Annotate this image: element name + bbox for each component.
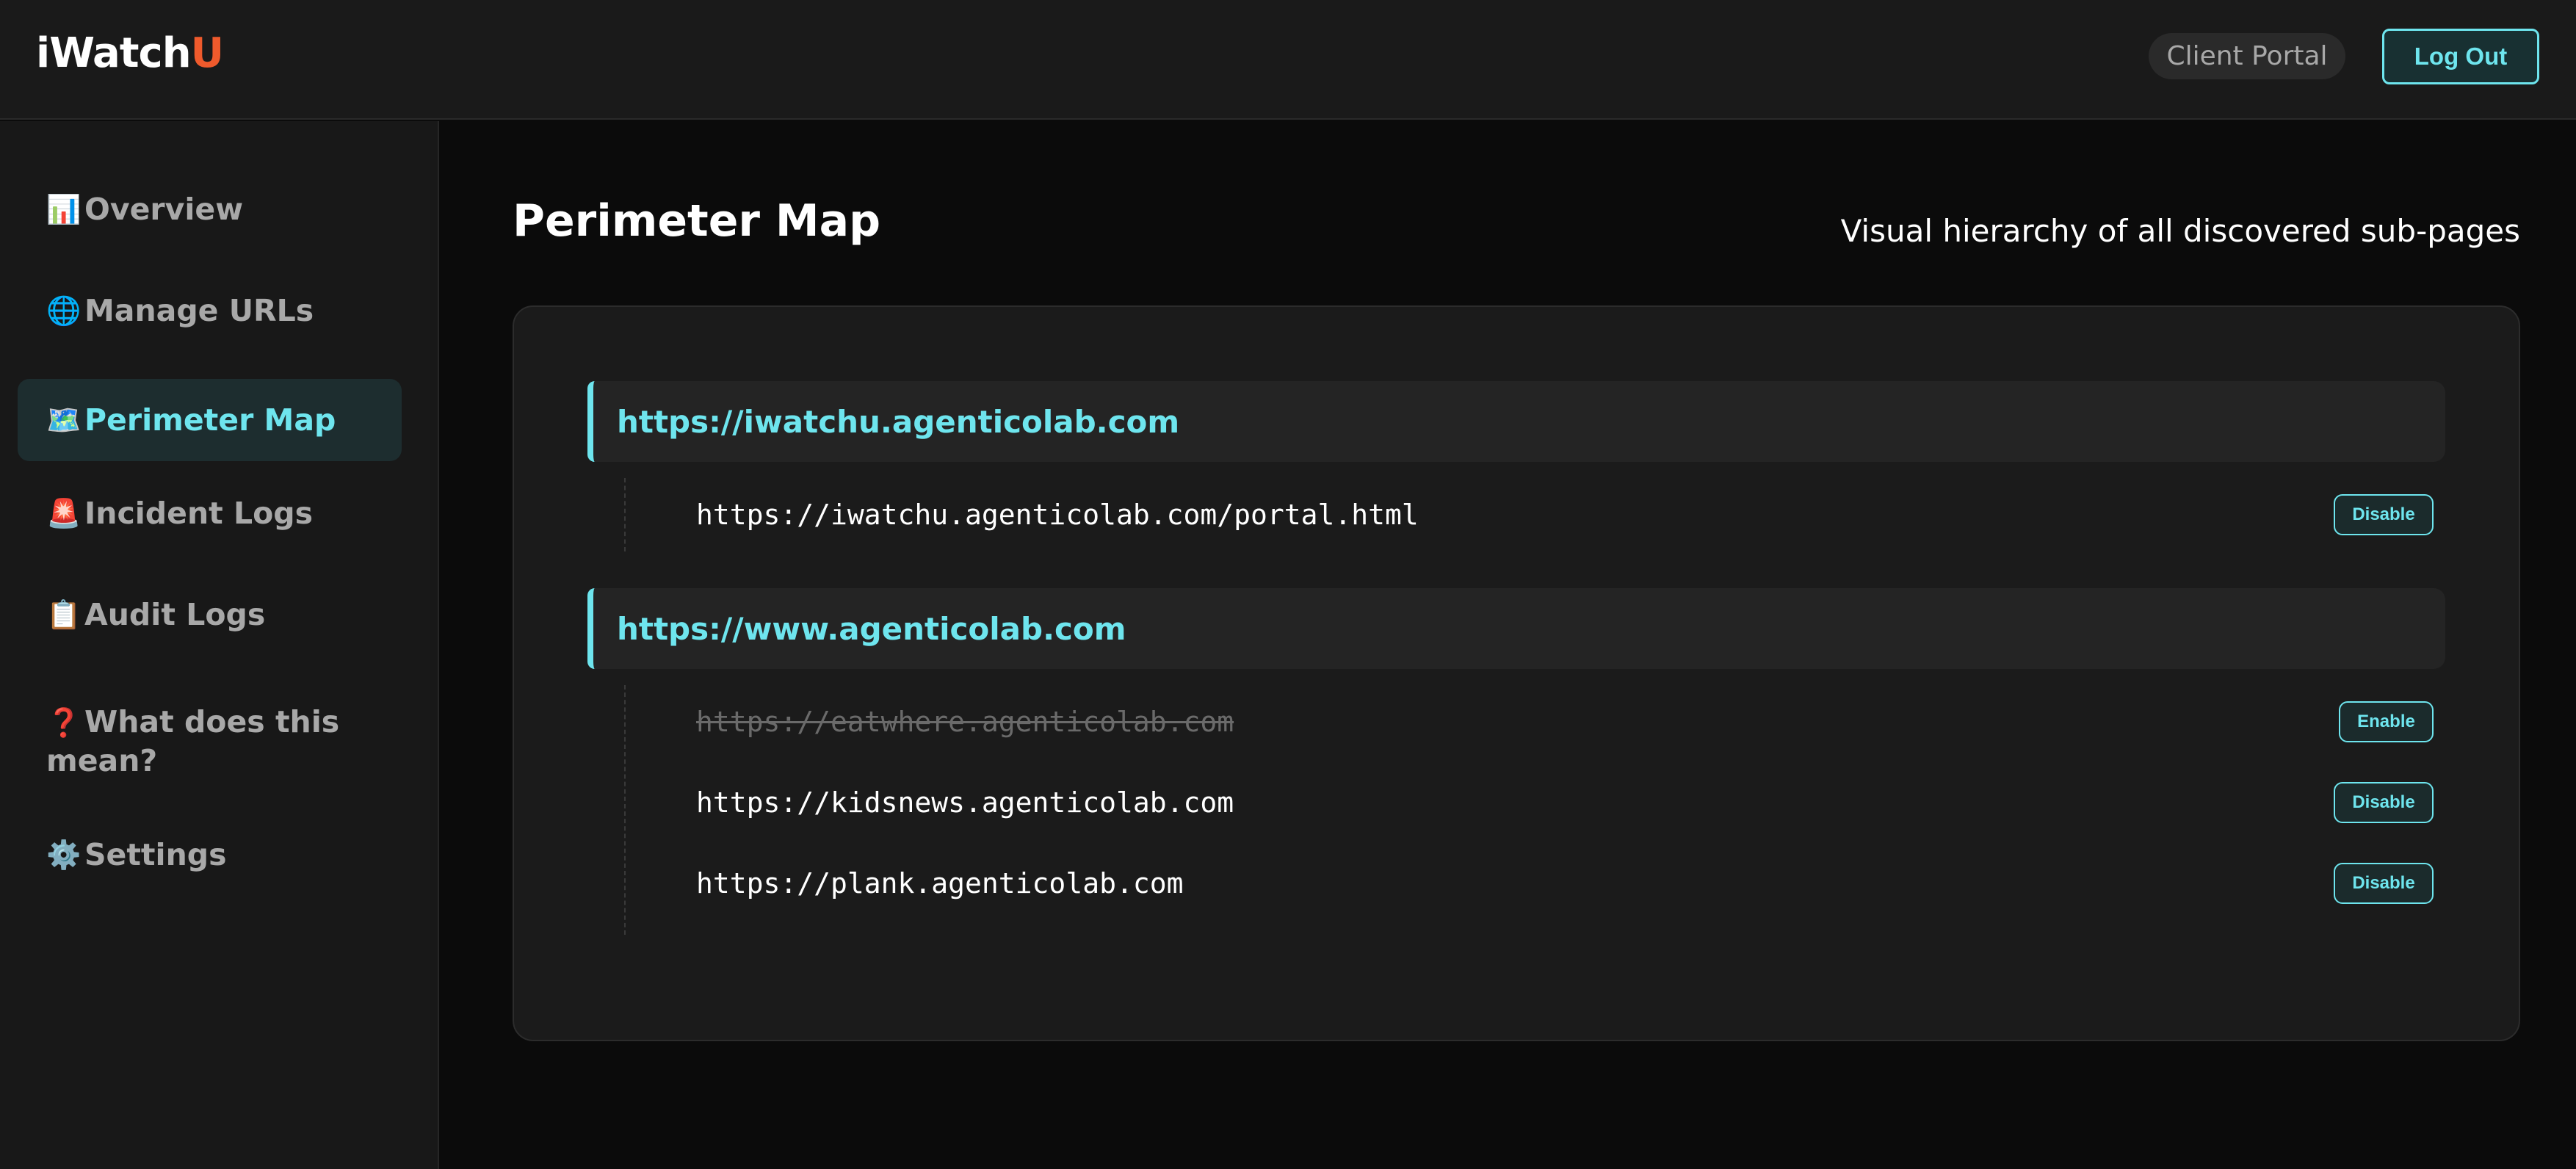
bar-chart-icon: 📊 (46, 192, 82, 225)
gear-icon: ⚙️ (46, 838, 82, 871)
domain-url: https://iwatchu.agenticolab.com (617, 403, 1180, 440)
sidebar-item-label: Manage URLs (84, 293, 314, 328)
child-url: https://kidsnews.agenticolab.com (696, 786, 1234, 819)
sidebar-item-label: Perimeter Map (84, 402, 336, 438)
sidebar-item-label: What does this mean? (46, 704, 340, 778)
page-title: Perimeter Map (513, 195, 881, 247)
list-item: https://eatwhere.agenticolab.com Enable (626, 681, 2453, 762)
client-portal-badge: Client Portal (2149, 33, 2345, 79)
disable-button[interactable]: Disable (2334, 863, 2434, 904)
logo[interactable]: iWatchU (36, 29, 224, 77)
domain-row[interactable]: https://www.agenticolab.com (587, 588, 2445, 669)
child-url: https://iwatchu.agenticolab.com/portal.h… (696, 499, 1419, 531)
sidebar-item-settings[interactable]: ⚙️ Settings (18, 814, 402, 896)
clipboard-icon: 📋 (46, 598, 82, 631)
map-icon: 🗺️ (46, 403, 82, 436)
sidebar-item-manage-urls[interactable]: 🌐 Manage URLs (18, 269, 402, 352)
domain-row[interactable]: https://iwatchu.agenticolab.com (587, 381, 2445, 462)
sidebar-item-label: Overview (84, 192, 244, 227)
logo-text: iWatch (36, 29, 192, 77)
sidebar-item-label-wrap: ❓ What does this mean? (46, 703, 341, 780)
sidebar-item-label: Settings (84, 837, 227, 872)
list-item: https://kidsnews.agenticolab.com Disable (626, 762, 2453, 843)
logout-button[interactable]: Log Out (2382, 29, 2539, 84)
sidebar-item-audit-logs[interactable]: 📋 Audit Logs (18, 573, 402, 656)
enable-button[interactable]: Enable (2339, 701, 2434, 742)
siren-icon: 🚨 (46, 496, 82, 529)
list-item: https://iwatchu.agenticolab.com/portal.h… (626, 474, 2453, 555)
sidebar-item-perimeter-map[interactable]: 🗺️ Perimeter Map (18, 379, 402, 461)
disable-button[interactable]: Disable (2334, 782, 2434, 823)
child-list: https://eatwhere.agenticolab.com Enable … (624, 685, 2434, 935)
perimeter-map-card: https://iwatchu.agenticolab.com https://… (513, 305, 2520, 1041)
logo-accent-text: U (190, 29, 224, 77)
page-subtitle: Visual hierarchy of all discovered sub-p… (1840, 213, 2520, 249)
sidebar-item-overview[interactable]: 📊 Overview (18, 168, 402, 250)
sidebar-item-label: Incident Logs (84, 496, 314, 531)
top-header: iWatchU Client Portal Log Out (0, 0, 2576, 120)
sidebar-item-help[interactable]: ❓ What does this mean? (18, 694, 341, 804)
child-url-disabled: https://eatwhere.agenticolab.com (696, 706, 1234, 738)
child-url: https://plank.agenticolab.com (696, 867, 1184, 900)
list-item: https://plank.agenticolab.com Disable (626, 843, 2453, 924)
sidebar: 📊 Overview 🌐 Manage URLs 🗺️ Perimeter Ma… (0, 121, 439, 1169)
domain-url: https://www.agenticolab.com (617, 610, 1126, 647)
sidebar-item-incident-logs[interactable]: 🚨 Incident Logs (18, 472, 402, 554)
child-list: https://iwatchu.agenticolab.com/portal.h… (624, 478, 2434, 551)
app-root: iWatchU Client Portal Log Out 📊 Overview… (0, 0, 2576, 1169)
question-mark-icon: ❓ (46, 706, 82, 739)
sidebar-item-label: Audit Logs (84, 597, 266, 632)
disable-button[interactable]: Disable (2334, 494, 2434, 535)
globe-icon: 🌐 (46, 294, 82, 327)
